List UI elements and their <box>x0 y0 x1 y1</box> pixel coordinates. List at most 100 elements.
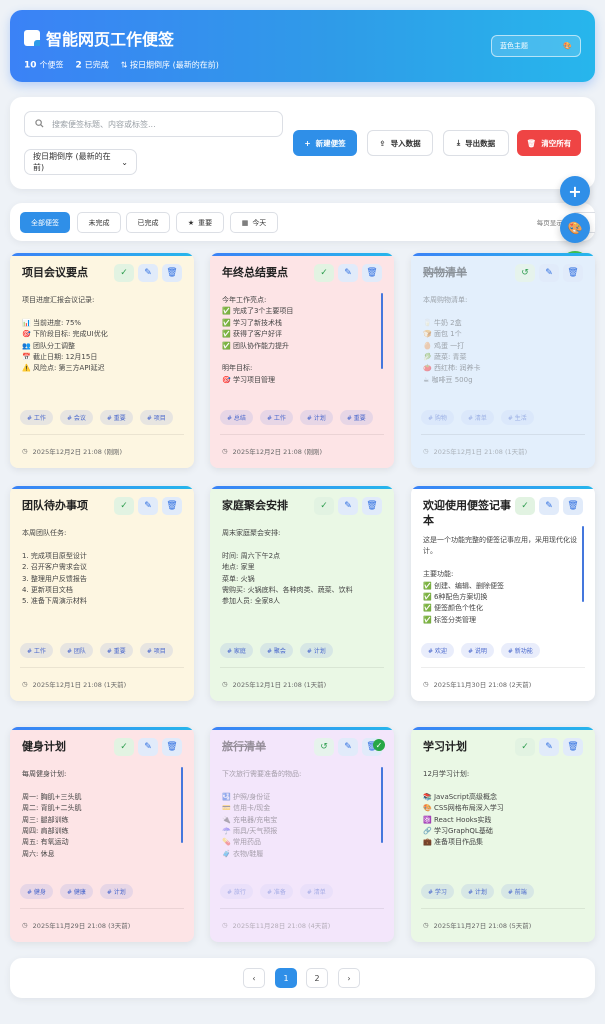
note-card[interactable]: 购物清单 ↺ ✎ 🗑 本周购物清单: 🥛 牛奶 2盒 🍞 面包 1个 🥚 鸡蛋 一打 🥬… <box>411 253 595 468</box>
new-note-button[interactable]: + 新建便签 <box>293 130 357 156</box>
note-tag[interactable]: # 项目 <box>139 643 173 658</box>
edit-button[interactable]: ✎ <box>338 497 358 515</box>
undo-button[interactable]: ↺ <box>515 264 535 282</box>
note-tag[interactable]: # 购物 <box>421 410 454 425</box>
note-tag[interactable]: # 前端 <box>500 884 534 899</box>
filter-today[interactable]: ▦ 今天 <box>230 212 278 233</box>
note-tag[interactable]: # 生活 <box>500 410 534 425</box>
delete-button[interactable]: 🗑 <box>563 497 583 515</box>
edit-button[interactable]: ✎ <box>138 497 158 515</box>
note-title: 项目会议要点 <box>22 266 88 279</box>
note-actions: ✓ ✎ 🗑 <box>114 738 182 756</box>
delete-button[interactable]: 🗑 <box>563 738 583 756</box>
complete-button[interactable]: ✓ <box>314 497 334 515</box>
theme-label: 蓝色主题 <box>500 42 528 50</box>
page-1-button[interactable]: 1 <box>275 968 297 988</box>
undo-button[interactable]: ↺ <box>314 738 334 756</box>
note-body: 今年工作亮点: ✅ 完成了3个主要项目 ✅ 学习了新技术栈 ✅ 获得了客户好评 … <box>222 296 294 384</box>
palette-icon: 🎨 <box>563 42 572 50</box>
edit-button[interactable]: ✎ <box>539 497 559 515</box>
edit-button[interactable]: ✎ <box>338 738 358 756</box>
note-tag[interactable]: # 健康 <box>59 884 93 899</box>
complete-button[interactable]: ✓ <box>114 497 134 515</box>
note-tags: # 家庭 # 聚会 # 计划 <box>220 643 333 658</box>
note-tag[interactable]: # 总结 <box>220 410 253 425</box>
note-tag[interactable]: # 聚会 <box>259 643 293 658</box>
note-tag[interactable]: # 重要 <box>99 643 133 658</box>
edit-button[interactable]: ✎ <box>539 738 559 756</box>
fab-add-button[interactable]: + <box>560 176 590 206</box>
note-tag[interactable]: # 健身 <box>20 884 53 899</box>
note-tag[interactable]: # 欢迎 <box>421 643 454 658</box>
page-2-button[interactable]: 2 <box>306 968 328 988</box>
next-page-button[interactable]: › <box>338 968 360 988</box>
edit-button[interactable]: ✎ <box>138 264 158 282</box>
note-tag[interactable]: # 说明 <box>460 643 494 658</box>
complete-button[interactable]: ✓ <box>114 738 134 756</box>
note-tag[interactable]: # 重要 <box>339 410 373 425</box>
export-button[interactable]: ⤓ 导出数据 <box>443 130 509 156</box>
note-tag[interactable]: # 新功能 <box>500 643 540 658</box>
complete-button[interactable]: ✓ <box>314 264 334 282</box>
note-tag[interactable]: # 重要 <box>99 410 133 425</box>
plus-icon: + <box>304 138 311 148</box>
note-date: ◷ 2025年12月2日 21:08 (刚刚) <box>222 446 322 456</box>
delete-button[interactable]: 🗑 <box>362 264 382 282</box>
note-card[interactable]: 项目会议要点 ✓ ✎ 🗑 项目进度汇报会议记录: 📊 当前进度: 75% 🎯 下阶段目标… <box>10 253 194 468</box>
note-tag[interactable]: # 清单 <box>460 410 494 425</box>
note-scrollbar[interactable] <box>381 767 383 843</box>
note-tag[interactable]: # 项目 <box>139 410 173 425</box>
search-input[interactable]: 搜索便签标题、内容或标签... <box>24 111 283 137</box>
note-tag[interactable]: # 准备 <box>259 884 293 899</box>
filter-all[interactable]: 全部便签 <box>20 212 70 233</box>
note-tag[interactable]: # 工作 <box>20 643 53 658</box>
note-tag[interactable]: # 会议 <box>59 410 93 425</box>
note-tag[interactable]: # 工作 <box>259 410 293 425</box>
note-tag[interactable]: # 团队 <box>59 643 93 658</box>
delete-button[interactable]: 🗑 <box>563 264 583 282</box>
note-tag[interactable]: # 旅行 <box>220 884 253 899</box>
filter-done[interactable]: 已完成 <box>126 212 170 233</box>
note-tag[interactable]: # 家庭 <box>220 643 253 658</box>
edit-button[interactable]: ✎ <box>338 264 358 282</box>
note-tag[interactable]: # 学习 <box>421 884 454 899</box>
note-card[interactable]: 年终总结要点 ✓ ✎ 🗑 今年工作亮点: ✅ 完成了3个主要项目 ✅ 学习了新技术栈 ✅… <box>210 253 394 468</box>
delete-button[interactable]: 🗑 <box>162 264 182 282</box>
note-card[interactable]: 家庭聚会安排 ✓ ✎ 🗑 周末家庭聚会安排: 时间: 周六下午2点 地点: 家里 菜单:… <box>210 486 394 701</box>
note-scrollbar[interactable] <box>381 293 383 369</box>
prev-page-button[interactable]: ‹ <box>243 968 265 988</box>
import-button[interactable]: ⇪ 导入数据 <box>367 130 433 156</box>
note-tag[interactable]: # 计划 <box>299 643 333 658</box>
note-scrollbar[interactable] <box>181 767 183 843</box>
delete-button[interactable]: 🗑 <box>362 497 382 515</box>
clear-all-button[interactable]: 🗑 清空所有 <box>517 130 581 156</box>
note-card[interactable]: 健身计划 ✓ ✎ 🗑 每周健身计划: 周一: 胸肌+三头肌 周二: 背肌+二头肌 周三:… <box>10 727 194 942</box>
delete-button[interactable]: 🗑 <box>162 738 182 756</box>
note-actions: ✓ ✎ 🗑 <box>515 497 583 515</box>
note-tag[interactable]: # 计划 <box>460 884 494 899</box>
note-tag[interactable]: # 清单 <box>299 884 333 899</box>
note-divider <box>421 908 585 909</box>
edit-button[interactable]: ✎ <box>539 264 559 282</box>
note-title: 旅行清单 <box>222 740 266 753</box>
note-tags: # 工作 # 团队 # 重要 # 项目 <box>20 643 173 658</box>
sort-select[interactable]: 按日期倒序 (最新的在前) ⌄ <box>24 149 137 175</box>
theme-select[interactable]: 蓝色主题 🎨 <box>491 35 581 57</box>
note-card[interactable]: 学习计划 ✓ ✎ 🗑 12月学习计划: 📚 JavaScript高级概念 🎨 CSS网格… <box>411 727 595 942</box>
filter-important[interactable]: ★ 重要 <box>176 212 224 233</box>
delete-button[interactable]: 🗑 <box>162 497 182 515</box>
complete-button[interactable]: ✓ <box>114 264 134 282</box>
note-scrollbar[interactable] <box>582 526 584 602</box>
note-card[interactable]: 欢迎使用便签记事本 ✓ ✎ 🗑 这是一个功能完整的便签记事应用，采用现代化设计。 主要功… <box>411 486 595 701</box>
complete-button[interactable]: ✓ <box>515 738 535 756</box>
note-card[interactable]: 团队待办事项 ✓ ✎ 🗑 本周团队任务: 1. 完成项目原型设计 2. 召开客户需求会议… <box>10 486 194 701</box>
note-tag[interactable]: # 计划 <box>99 884 133 899</box>
complete-button[interactable]: ✓ <box>515 497 535 515</box>
note-body: 这是一个功能完整的便签记事应用，采用现代化设计。 主要功能: ✅ 创建、编辑、删… <box>423 536 577 624</box>
note-card[interactable]: 旅行清单 ↺ ✎ 🗑 下次旅行需要准备的物品: 🛂 护照/身份证 💳 信用卡/现金 🔌 … <box>210 727 394 942</box>
edit-button[interactable]: ✎ <box>138 738 158 756</box>
filter-todo[interactable]: 未完成 <box>77 212 121 233</box>
note-tag[interactable]: # 计划 <box>299 410 333 425</box>
note-tag[interactable]: # 工作 <box>20 410 53 425</box>
fab-theme-button[interactable]: 🎨 <box>560 213 590 243</box>
